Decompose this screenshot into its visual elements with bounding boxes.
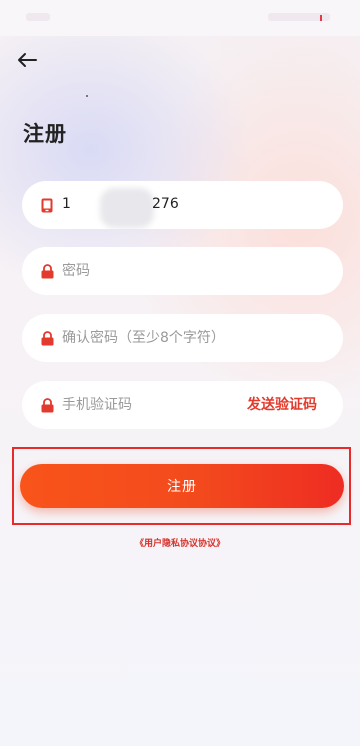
privacy-agreement-link[interactable]: 《用户隐私协议协议》 <box>0 536 360 549</box>
password-field[interactable] <box>22 247 343 295</box>
sms-code-field[interactable]: 发送验证码 <box>22 381 343 429</box>
phone-icon <box>40 197 54 213</box>
status-time-blurred <box>26 13 50 21</box>
password-input[interactable] <box>62 247 252 295</box>
send-code-button[interactable]: 发送验证码 <box>247 381 317 429</box>
page-title: 注册 <box>23 122 67 146</box>
lock-icon <box>40 397 54 413</box>
phone-value-blurred <box>100 188 154 228</box>
status-bar <box>0 0 360 36</box>
back-button[interactable] <box>14 48 40 72</box>
phone-field[interactable]: 1 276 <box>22 181 343 229</box>
phone-value-suffix: 276 <box>152 196 179 212</box>
sms-code-input[interactable] <box>62 381 222 429</box>
register-button[interactable]: 注册 <box>20 464 344 508</box>
lock-icon <box>40 263 54 279</box>
confirm-password-input[interactable] <box>62 314 322 362</box>
speck <box>86 95 88 97</box>
arrow-left-icon <box>18 53 37 67</box>
status-indicator <box>320 15 322 21</box>
confirm-password-field[interactable] <box>22 314 343 362</box>
lock-icon <box>40 330 54 346</box>
phone-value-prefix: 1 <box>62 196 71 212</box>
